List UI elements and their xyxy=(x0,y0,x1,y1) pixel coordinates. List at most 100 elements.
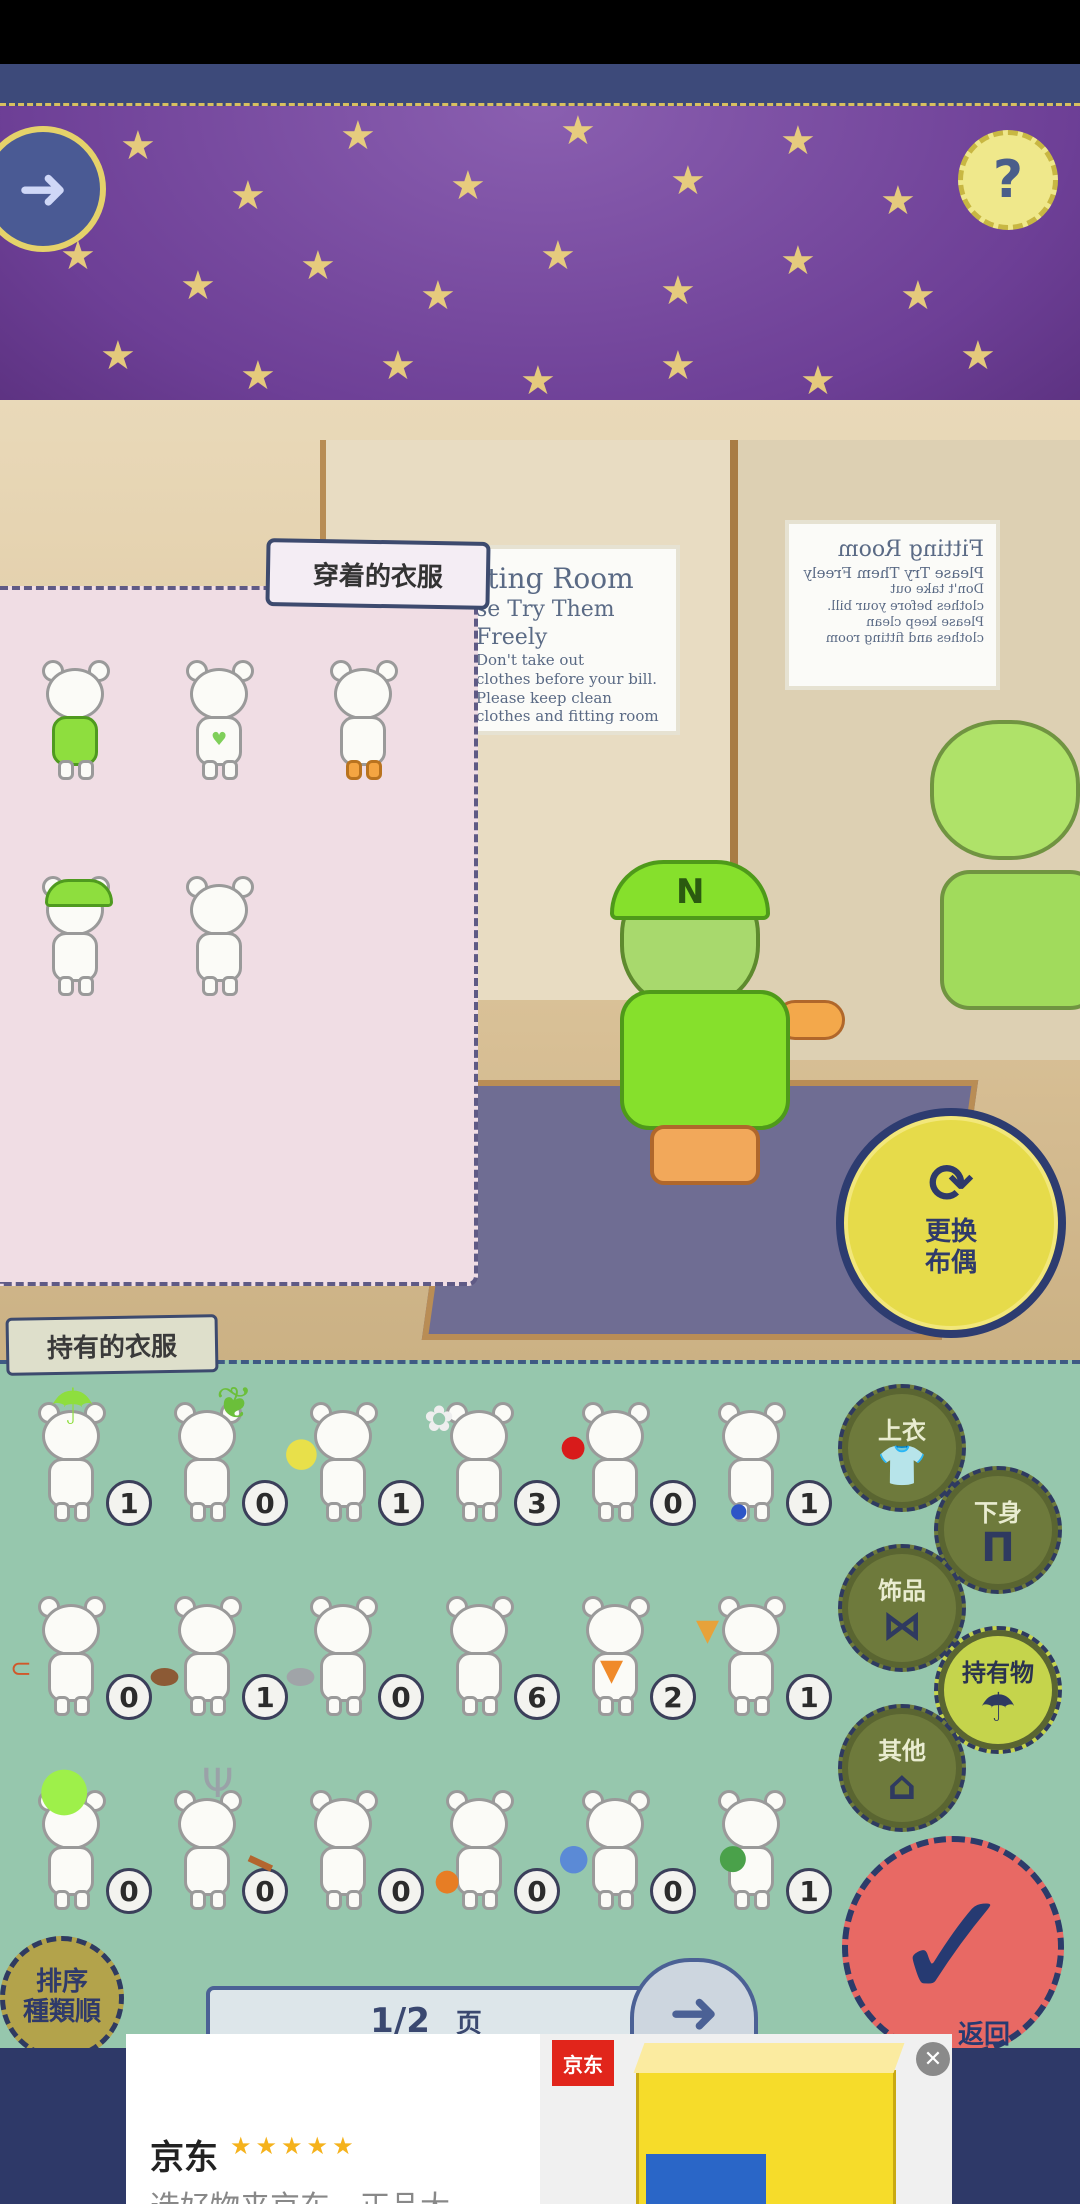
sign-line: clothes before your bill. xyxy=(827,598,984,614)
ad-banner[interactable]: 京东 京东 ★★★★★ 选好物来京东，正品大 ✕ xyxy=(126,2034,952,2204)
owned-item-green-umbrella[interactable]: ☂ 1 xyxy=(20,1382,152,1542)
owned-item-yellow-fan[interactable]: ● 1 xyxy=(284,1382,424,1542)
owned-item-blue-plush[interactable]: ● 0 xyxy=(558,1770,696,1930)
confirm-return-button[interactable]: ✓ 返回 xyxy=(842,1836,1064,2058)
item-count-badge: 1 xyxy=(242,1674,288,1720)
cat-doll-character: N xyxy=(600,840,860,1200)
owned-item-basketball[interactable]: ● 0 xyxy=(428,1770,560,1930)
cap-logo-icon: N xyxy=(676,872,705,912)
owned-item-plate[interactable]: ⬬ 0 xyxy=(286,1576,424,1736)
star-decoration: ★ xyxy=(380,343,416,389)
sign-line: tting Room xyxy=(476,562,634,595)
sign-line: clothes and fitting room xyxy=(825,631,984,646)
sign-line: Please keep clean xyxy=(476,688,612,707)
plate-icon: ⬬ xyxy=(286,1657,316,1697)
worn-item-accessory[interactable] xyxy=(178,876,260,998)
reflection-head xyxy=(930,720,1080,860)
owned-item-ice-cream[interactable]: ▼ 1 xyxy=(696,1576,832,1736)
owned-item-green-leaf[interactable]: ❦ 0 xyxy=(156,1382,288,1542)
umbrella-icon: ☂ xyxy=(50,1378,95,1436)
star-decoration: ★ xyxy=(660,268,696,314)
star-decoration: ★ xyxy=(670,158,706,204)
change-doll-button[interactable]: ⟳ 更换布偶 xyxy=(836,1108,1066,1338)
category-label: 其他 xyxy=(878,1736,926,1765)
return-label: 返回 xyxy=(958,2020,1011,2050)
sign-line: Please Try Them Freely xyxy=(803,563,984,582)
owned-item-carrot[interactable]: ▼ 2 xyxy=(564,1576,696,1736)
star-decoration: ★ xyxy=(660,343,696,389)
item-count-badge: 3 xyxy=(514,1480,560,1526)
category-other-button[interactable]: 其他 ⌂ xyxy=(838,1704,966,1832)
star-decoration: ★ xyxy=(180,263,216,309)
category-label: 下身 xyxy=(974,1498,1022,1527)
item-count-badge: 1 xyxy=(786,1674,832,1720)
owned-item-bread[interactable]: ⬬ 1 xyxy=(150,1576,288,1736)
item-count-badge: 1 xyxy=(378,1480,424,1526)
star-decoration: ★ xyxy=(800,358,836,404)
ice-cream-icon: ▼ xyxy=(696,1613,720,1648)
item-count-badge: 0 xyxy=(378,1868,424,1914)
leaf-icon: ❦ xyxy=(216,1378,253,1429)
item-count-badge: 1 xyxy=(786,1480,832,1526)
ad-close-button[interactable]: ✕ xyxy=(916,2042,950,2076)
spoon-icon: ⊂ xyxy=(10,1654,32,1684)
worn-item-orange-pants[interactable] xyxy=(322,660,404,782)
star-decoration: ★ xyxy=(780,118,816,164)
change-doll-label: 更换布偶 xyxy=(924,1216,977,1278)
owned-item-white-flower[interactable]: ✿ 3 xyxy=(424,1382,560,1542)
sort-button[interactable]: 排序 種類順 xyxy=(0,1936,124,2060)
item-count-badge: 0 xyxy=(650,1868,696,1914)
sort-label: 排序 xyxy=(35,1967,88,1998)
worn-item-green-cap[interactable] xyxy=(34,876,116,998)
checkmark-icon: ✓ xyxy=(890,1860,1016,2034)
sign-line: Fitting Room xyxy=(837,537,984,562)
owned-item-balloon[interactable]: ● 0 xyxy=(20,1758,152,1930)
star-decoration: ★ xyxy=(340,113,376,159)
star-decoration: ★ xyxy=(520,358,556,404)
pants-icon: Π xyxy=(981,1524,1015,1571)
sign-line: clothes before your bill. xyxy=(476,669,658,688)
green-cap: N xyxy=(610,860,770,920)
frog-icon: ● xyxy=(718,1837,748,1877)
arrow-right-icon: ➜ xyxy=(17,154,69,224)
worn-item-green-jacket[interactable] xyxy=(34,660,116,782)
flower-icon: ✿ xyxy=(424,1399,455,1440)
owned-item-frog-plush[interactable]: ● 1 xyxy=(700,1770,832,1930)
worn-item-heart-shirt[interactable] xyxy=(178,660,260,782)
star-decoration: ★ xyxy=(900,273,936,319)
question-mark-icon: ? xyxy=(992,150,1024,210)
balloon-icon: ● xyxy=(38,1753,91,1823)
category-label: 饰品 xyxy=(878,1576,926,1605)
ad-title: 京东 xyxy=(150,2138,218,2178)
product-box-stripe xyxy=(646,2154,766,2204)
owned-item-bat[interactable]: ━ 0 xyxy=(239,1770,424,1930)
umbrella-icon: ☂ xyxy=(980,1684,1016,1731)
blue-ball-icon: ● xyxy=(730,1498,748,1522)
star-decoration: ★ xyxy=(240,353,276,399)
hat-bow-icon: ⋈ xyxy=(882,1602,922,1649)
green-jacket xyxy=(620,990,790,1130)
game-screen: ★ ★ ★ ★ ★ ★ ★ ★ ★ ★ ★ ★ ★ ★ ★ ★ ★ ★ ★ ★ … xyxy=(0,0,1080,2204)
star-decoration: ★ xyxy=(540,233,576,279)
star-decoration: ★ xyxy=(300,243,336,289)
ad-rating-stars: ★★★★★ xyxy=(230,2132,358,2160)
item-count-badge: 0 xyxy=(106,1868,152,1914)
owned-item-spoon[interactable]: ⊂ 0 xyxy=(10,1576,152,1736)
item-count-badge: 0 xyxy=(106,1674,152,1720)
jd-logo: 京东 xyxy=(552,2040,614,2086)
bag-icon: ⌂ xyxy=(887,1762,917,1809)
close-icon: ✕ xyxy=(923,2046,943,2072)
wearing-panel-title: 穿着的衣服 xyxy=(265,538,491,610)
item-count-badge: 0 xyxy=(514,1868,560,1914)
star-decoration: ★ xyxy=(450,163,486,209)
owned-panel-title: 持有的衣服 xyxy=(5,1314,219,1376)
owned-item-red-ball[interactable]: ● 0 xyxy=(560,1382,696,1542)
star-decoration: ★ xyxy=(100,333,136,379)
item-count-badge: 1 xyxy=(106,1480,152,1526)
owned-item-handheld[interactable]: 6 xyxy=(428,1576,560,1736)
owned-item-blue-ball[interactable]: ● 1 xyxy=(700,1382,832,1542)
blue-bear-icon: ● xyxy=(558,1837,590,1878)
star-decoration: ★ xyxy=(960,333,996,379)
help-button[interactable]: ? xyxy=(958,130,1058,230)
bear-swap-icon: ⟳ xyxy=(928,1151,974,1215)
